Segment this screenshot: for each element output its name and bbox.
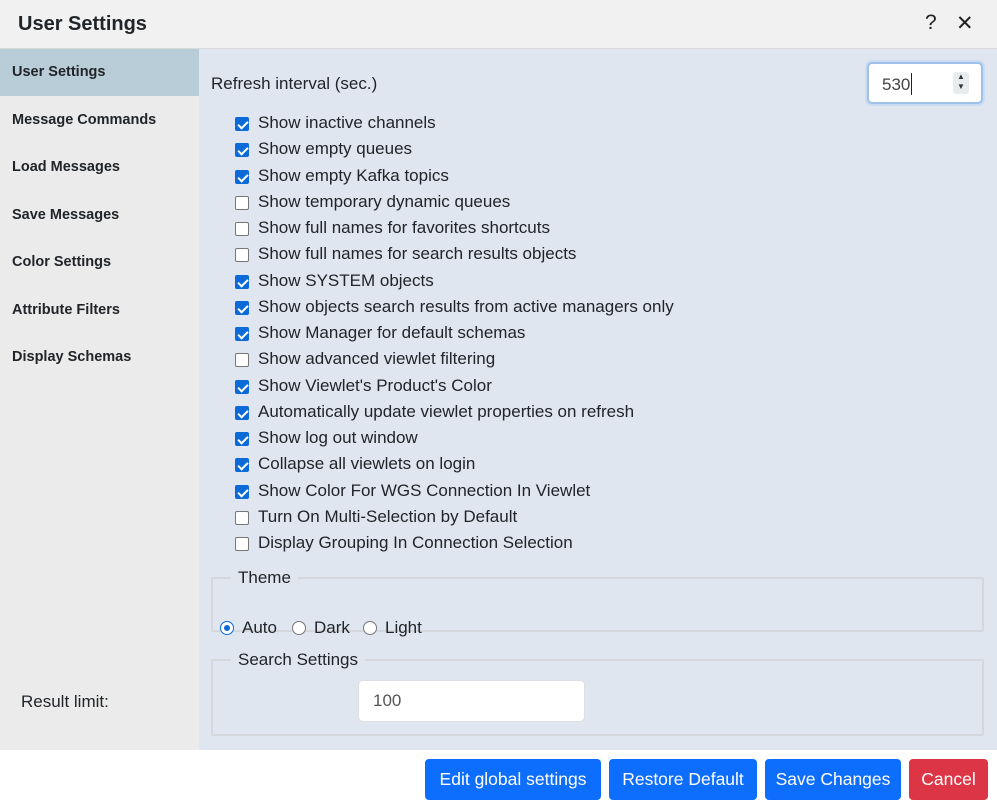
option-label: Show inactive channels <box>258 113 436 132</box>
option-label: Show empty queues <box>258 139 413 159</box>
option-label: Show Manager for default schemas <box>258 323 526 342</box>
option-label: Show SYSTEM objects <box>258 270 434 290</box>
option-label: Show log out window <box>258 428 418 447</box>
option-label: Show full names for search results objec… <box>258 244 577 264</box>
sidebar-item-attribute-filters[interactable]: Attribute Filters <box>0 287 199 334</box>
save-changes-button[interactable]: Save Changes <box>765 759 901 800</box>
search-settings-legend: Search Settings <box>238 650 359 669</box>
theme-radio-label: Light <box>385 618 422 637</box>
option-checkbox[interactable] <box>235 484 249 499</box>
option-label: Collapse all viewlets on login <box>258 454 476 474</box>
option-label: Show full names for favorites shortcuts <box>258 218 550 237</box>
edit-global-settings-button[interactable]: Edit global settings <box>425 759 601 800</box>
sidebar: User Settings Message Commands Load Mess… <box>0 49 199 750</box>
option-checkbox[interactable] <box>235 327 249 341</box>
sidebar-item-save-messages[interactable]: Save Messages <box>0 192 199 239</box>
option-checkbox[interactable] <box>235 458 249 473</box>
sidebar-item-load-messages[interactable]: Load Messages <box>0 144 199 191</box>
option-checkbox[interactable] <box>235 353 249 368</box>
sidebar-item-message-commands[interactable]: Message Commands <box>0 97 199 144</box>
option-checkbox[interactable] <box>235 195 249 210</box>
close-icon[interactable]: ✕ <box>956 11 974 36</box>
text-cursor <box>911 73 912 95</box>
option-checkbox[interactable] <box>235 537 249 551</box>
option-label: Show Viewlet's Product's Color <box>258 375 492 395</box>
sidebar-item-color-settings[interactable]: Color Settings <box>0 239 199 286</box>
option-checkbox[interactable] <box>235 300 249 315</box>
radio-indicator[interactable] <box>292 621 306 635</box>
spinner-arrows-icon[interactable]: ▲ ▼ <box>953 72 969 94</box>
refresh-interval-label: Refresh interval (sec.) <box>211 74 378 93</box>
settings-panel: Refresh interval (sec.) 530 ▲ ▼ Show inac… <box>199 49 997 750</box>
cancel-button[interactable]: Cancel <box>909 759 988 800</box>
option-checkbox[interactable] <box>235 248 249 263</box>
option-checkbox[interactable] <box>235 222 249 236</box>
option-checkbox[interactable] <box>235 510 249 525</box>
theme-legend: Theme <box>238 568 291 587</box>
result-limit-label: Result limit: <box>21 692 109 711</box>
option-label: Show objects search results from active … <box>258 296 674 316</box>
restore-default-button[interactable]: Restore Default <box>609 759 757 800</box>
option-checkbox[interactable] <box>235 405 249 420</box>
option-checkbox[interactable] <box>235 117 249 131</box>
option-checkbox[interactable] <box>235 143 249 158</box>
dialog-titlebar: User Settings ? ✕ <box>0 0 997 49</box>
refresh-interval-input[interactable]: 530 ▲ ▼ <box>867 62 983 104</box>
help-icon[interactable]: ? <box>925 11 937 35</box>
dialog-title: User Settings <box>18 13 147 35</box>
option-label: Turn On Multi-Selection by Default <box>258 506 518 526</box>
result-limit-input[interactable]: 100 <box>358 680 585 722</box>
option-checkbox[interactable] <box>235 379 249 394</box>
option-label: Show Color For WGS Connection In Viewlet <box>258 480 591 500</box>
option-checkbox[interactable] <box>235 169 249 184</box>
search-settings-group: Search Settings <box>211 650 984 736</box>
option-label: Show temporary dynamic queues <box>258 191 511 211</box>
sidebar-item-user-settings[interactable]: User Settings <box>0 49 199 96</box>
option-label: Show empty Kafka topics <box>258 165 449 185</box>
radio-indicator[interactable] <box>220 621 234 635</box>
radio-indicator[interactable] <box>363 621 377 635</box>
option-label: Show advanced viewlet filtering <box>258 349 496 369</box>
option-checkbox[interactable] <box>235 274 249 289</box>
theme-radio-label: Auto <box>242 618 277 637</box>
refresh-interval-value: 530 <box>882 75 911 94</box>
sidebar-item-display-schemas[interactable]: Display Schemas <box>0 334 199 381</box>
option-label: Automatically update viewlet properties … <box>258 401 635 421</box>
theme-radio-label: Dark <box>314 618 350 637</box>
option-label: Display Grouping In Connection Selection <box>258 533 573 552</box>
option-checkbox[interactable] <box>235 432 249 446</box>
theme-group: Theme Auto Dark Light <box>211 568 984 637</box>
